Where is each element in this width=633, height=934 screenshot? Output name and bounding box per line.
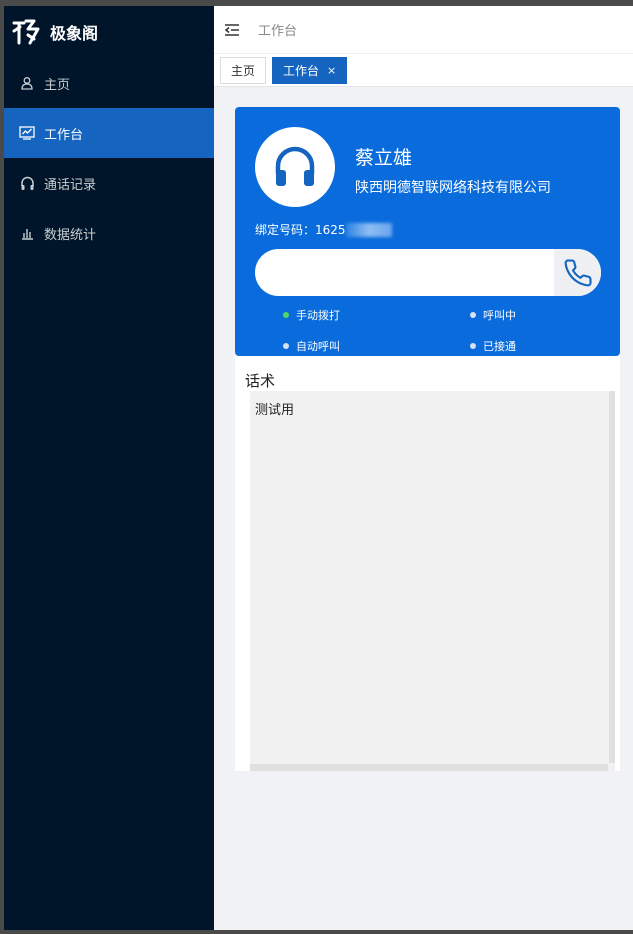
bind-number-value: 1625 xyxy=(315,222,346,237)
phone-number-input[interactable] xyxy=(255,249,554,296)
sidebar-item-workbench[interactable]: 工作台 xyxy=(4,108,214,158)
vertical-scrollbar[interactable] xyxy=(609,391,615,763)
main-area: 工作台 主页 工作台 × 蔡立雄 陕西明德智联网络科技有限公司 绑定号码： 16… xyxy=(214,6,633,930)
script-panel: 话术 测试用 xyxy=(235,356,620,771)
sidebar-item-label: 通话记录 xyxy=(44,177,97,193)
bar-chart-icon xyxy=(19,225,35,241)
tab-label: 主页 xyxy=(231,63,256,78)
logo-mark-icon xyxy=(12,19,40,45)
status-dot xyxy=(470,343,476,349)
dashboard-chart-icon xyxy=(19,125,35,141)
legend-item: 手动拨打 xyxy=(283,307,470,323)
tab-label: 工作台 xyxy=(283,63,320,78)
app-name: 极象阁 xyxy=(50,24,99,43)
agent-card: 蔡立雄 陕西明德智联网络科技有限公司 绑定号码： 1625 手动拨打 呼叫中 自… xyxy=(235,107,620,356)
agent-company: 陕西明德智联网络科技有限公司 xyxy=(355,180,551,196)
tab-close-icon[interactable]: × xyxy=(327,64,336,77)
legend-label: 已接通 xyxy=(483,340,516,353)
script-content: 测试用 xyxy=(255,403,295,418)
topbar: 工作台 xyxy=(214,6,633,54)
horizontal-scrollbar[interactable] xyxy=(250,764,608,771)
legend-item: 自动呼叫 xyxy=(283,338,470,354)
user-icon xyxy=(19,75,35,91)
headphones-icon xyxy=(19,175,35,191)
legend-label: 自动呼叫 xyxy=(296,340,340,353)
script-title: 话术 xyxy=(245,372,276,390)
sidebar-menu: 主页 工作台 通话记录 数据统计 xyxy=(4,58,214,258)
logo[interactable]: 极象阁 xyxy=(4,6,214,58)
headphones-icon xyxy=(275,146,315,186)
avatar xyxy=(255,127,335,207)
app-frame: 极象阁 主页 工作台 通话记录 数据统计 工作台 主页 工作台 × 蔡立雄 陕西… xyxy=(4,6,633,930)
workbench-content: 蔡立雄 陕西明德智联网络科技有限公司 绑定号码： 1625 手动拨打 呼叫中 自… xyxy=(235,107,620,771)
script-textarea[interactable]: 测试用 xyxy=(250,391,615,771)
sidebar-item-label: 数据统计 xyxy=(44,227,97,243)
legend-label: 手动拨打 xyxy=(296,309,340,322)
dial-bar xyxy=(255,249,601,296)
tab-home[interactable]: 主页 xyxy=(220,56,267,84)
tabs-bar: 主页 工作台 × xyxy=(214,54,633,87)
sidebar: 极象阁 主页 工作台 通话记录 数据统计 xyxy=(4,6,214,930)
phone-icon xyxy=(564,258,592,286)
breadcrumb: 工作台 xyxy=(258,24,298,39)
status-legend: 手动拨打 呼叫中 自动呼叫 已接通 xyxy=(283,307,603,354)
menu-fold-icon[interactable] xyxy=(224,21,242,39)
tab-workbench[interactable]: 工作台 × xyxy=(272,56,348,84)
status-dot xyxy=(470,312,476,318)
call-button[interactable] xyxy=(554,249,601,296)
sidebar-item-statistics[interactable]: 数据统计 xyxy=(4,208,214,258)
sidebar-item-call-records[interactable]: 通话记录 xyxy=(4,158,214,208)
agent-name: 蔡立雄 xyxy=(355,147,413,169)
status-dot xyxy=(283,343,289,349)
bind-label: 绑定号码： xyxy=(255,223,316,237)
sidebar-item-home[interactable]: 主页 xyxy=(4,58,214,108)
legend-label: 呼叫中 xyxy=(483,309,516,322)
legend-item: 已接通 xyxy=(470,338,603,354)
sidebar-item-label: 工作台 xyxy=(44,127,84,143)
status-dot xyxy=(283,312,289,318)
sidebar-item-label: 主页 xyxy=(44,77,71,93)
redacted-blur xyxy=(345,222,392,237)
legend-item: 呼叫中 xyxy=(470,307,603,323)
bind-number: 绑定号码： 1625 xyxy=(255,221,392,238)
